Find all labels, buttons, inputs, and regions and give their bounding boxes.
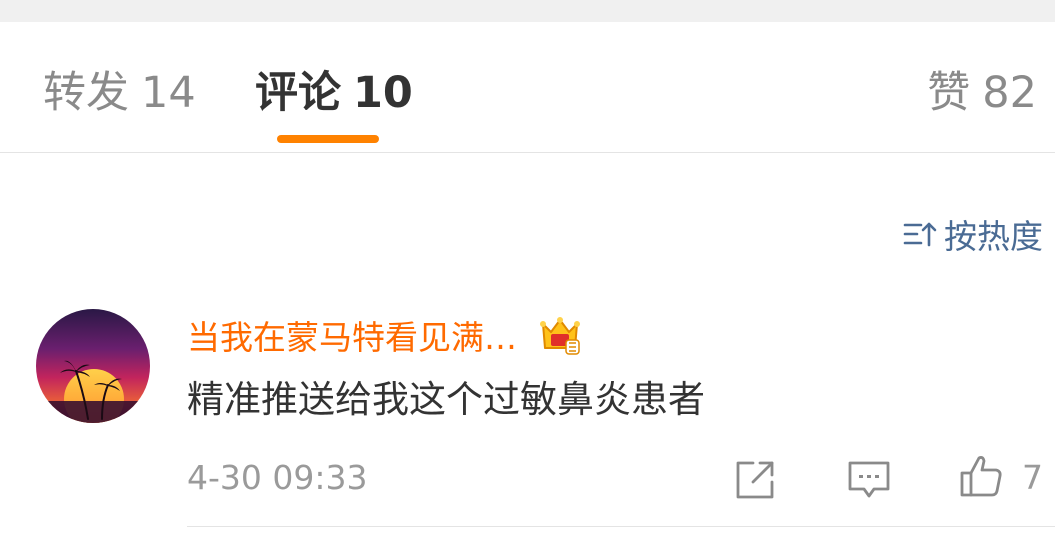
avatar-image [36,309,150,423]
sort-label: 按热度 [944,217,1043,256]
tab-comment-label: 评论 [255,68,341,118]
vip-crown-icon[interactable] [537,312,583,358]
tab-repost-label: 转发 [43,68,129,118]
tabs-divider [0,152,1055,153]
tab-like-count: 82 [982,68,1037,118]
tab-comment-count: 10 [353,68,413,118]
like-count: 7 [1022,458,1043,497]
username[interactable]: 当我在蒙马特看见满… [187,311,517,359]
reply-icon [848,461,890,498]
comment-time: 4-30 09:33 [187,458,368,497]
top-strip [0,0,1055,22]
comment-item: 当我在蒙马特看见满… 精准推送给我这个过敏鼻炎患者 4-30 09:33 7 [0,300,1055,539]
tab-like[interactable]: 赞 82 [927,68,1037,118]
tab-like-label: 赞 [927,68,971,118]
comment-divider [187,526,1055,527]
active-tab-indicator [277,135,379,143]
sort-button[interactable]: 按热度 [902,212,1043,256]
avatar[interactable] [36,309,150,423]
comment-text: 精准推送给我这个过敏鼻炎患者 [187,378,705,421]
sort-icon [903,222,937,247]
tab-comment[interactable]: 评论 10 [255,68,413,118]
tab-bar: 转发 14 评论 10 赞 82 [0,22,1055,152]
username-row: 当我在蒙马特看见满… [187,312,583,358]
like-button[interactable] [959,454,1003,498]
tab-repost[interactable]: 转发 14 [43,68,196,118]
tab-repost-count: 14 [141,68,196,118]
share-icon [736,461,774,499]
share-button[interactable] [733,458,777,502]
thumbs-up-icon [960,456,1002,497]
reply-button[interactable] [847,458,891,502]
